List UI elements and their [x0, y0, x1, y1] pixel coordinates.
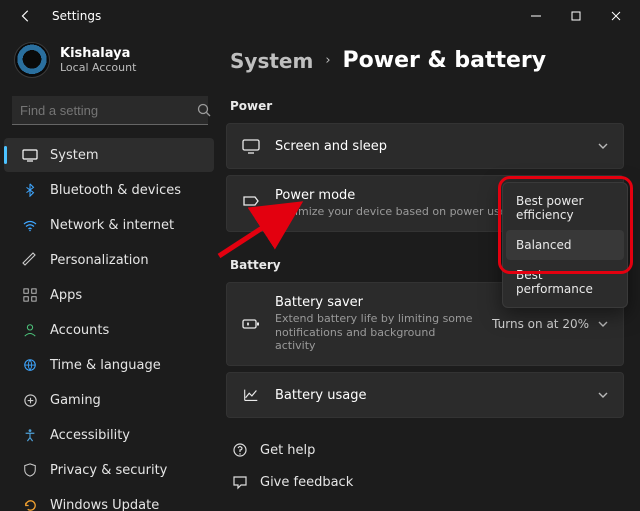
chevron-right-icon: › — [325, 53, 330, 68]
person-icon — [22, 322, 38, 338]
nav-label: Apps — [50, 288, 82, 303]
wifi-icon — [22, 217, 38, 233]
close-button[interactable] — [596, 2, 636, 30]
feedback-icon — [232, 474, 248, 490]
nav-item-system[interactable]: System — [4, 138, 214, 172]
dropdown-item-balanced[interactable]: Balanced — [506, 230, 624, 260]
nav-item-time[interactable]: Time & language — [4, 348, 214, 382]
card-title: Screen and sleep — [275, 139, 583, 154]
nav-item-privacy[interactable]: Privacy & security — [4, 453, 214, 487]
nav-label: Privacy & security — [50, 463, 167, 478]
profile-subtitle: Local Account — [60, 61, 136, 74]
breadcrumb: System › Power & battery — [230, 48, 624, 73]
shield-icon — [22, 462, 38, 478]
window-controls — [516, 2, 636, 30]
gaming-icon — [22, 392, 38, 408]
window-title: Settings — [52, 9, 101, 23]
nav-label: Time & language — [50, 358, 161, 373]
search-icon — [196, 102, 212, 118]
power-mode-dropdown[interactable]: Best power efficiency Balanced Best perf… — [502, 182, 628, 308]
chart-icon — [241, 385, 261, 405]
accessibility-icon — [22, 427, 38, 443]
nav-label: Personalization — [50, 253, 149, 268]
nav-item-accessibility[interactable]: Accessibility — [4, 418, 214, 452]
nav-item-personalization[interactable]: Personalization — [4, 243, 214, 277]
brush-icon — [22, 252, 38, 268]
bluetooth-icon — [22, 182, 38, 198]
nav-label: System — [50, 148, 98, 163]
avatar — [14, 42, 50, 78]
help-icon — [232, 442, 248, 458]
nav-list: System Bluetooth & devices Network & int… — [0, 137, 220, 511]
nav-label: Bluetooth & devices — [50, 183, 181, 198]
screen-icon — [241, 136, 261, 156]
link-label: Get help — [260, 443, 315, 458]
dropdown-item-best-performance[interactable]: Best performance — [506, 260, 624, 304]
chevron-down-icon — [597, 389, 609, 401]
titlebar: Settings — [0, 0, 640, 32]
profile-name: Kishalaya — [60, 46, 136, 61]
nav-item-gaming[interactable]: Gaming — [4, 383, 214, 417]
chevron-down-icon — [597, 140, 609, 152]
nav-item-network[interactable]: Network & internet — [4, 208, 214, 242]
dropdown-item-best-efficiency[interactable]: Best power efficiency — [506, 186, 624, 230]
battery-saver-icon — [241, 314, 261, 334]
update-icon — [22, 497, 38, 511]
battery-saver-value: Turns on at 20% — [492, 317, 589, 331]
card-title: Battery usage — [275, 388, 583, 403]
page-title: Power & battery — [343, 48, 547, 73]
power-mode-icon — [241, 193, 261, 213]
nav-label: Windows Update — [50, 498, 159, 511]
get-help-link[interactable]: Get help — [226, 434, 624, 466]
maximize-button[interactable] — [556, 2, 596, 30]
card-desc: Extend battery life by limiting some not… — [275, 312, 478, 353]
card-screen-sleep[interactable]: Screen and sleep — [226, 123, 624, 169]
link-label: Give feedback — [260, 475, 353, 490]
search-input[interactable] — [20, 103, 196, 118]
globe-icon — [22, 357, 38, 373]
nav-label: Network & internet — [50, 218, 174, 233]
breadcrumb-parent[interactable]: System — [230, 49, 313, 73]
system-icon — [22, 147, 38, 163]
nav-label: Gaming — [50, 393, 101, 408]
nav-item-accounts[interactable]: Accounts — [4, 313, 214, 347]
chevron-down-icon — [597, 318, 609, 330]
search-box[interactable] — [12, 96, 208, 125]
back-button[interactable] — [14, 4, 38, 28]
card-title: Battery saver — [275, 295, 478, 310]
help-links: Get help Give feedback — [226, 434, 624, 498]
nav-label: Accessibility — [50, 428, 130, 443]
nav-item-update[interactable]: Windows Update — [4, 488, 214, 511]
minimize-button[interactable] — [516, 2, 556, 30]
nav-label: Accounts — [50, 323, 109, 338]
profile-block[interactable]: Kishalaya Local Account — [0, 38, 220, 90]
card-battery-usage[interactable]: Battery usage — [226, 372, 624, 418]
apps-icon — [22, 287, 38, 303]
sidebar: Kishalaya Local Account System Bluetooth… — [0, 32, 220, 511]
nav-item-apps[interactable]: Apps — [4, 278, 214, 312]
section-power-label: Power — [230, 99, 624, 113]
nav-item-bluetooth[interactable]: Bluetooth & devices — [4, 173, 214, 207]
give-feedback-link[interactable]: Give feedback — [226, 466, 624, 498]
